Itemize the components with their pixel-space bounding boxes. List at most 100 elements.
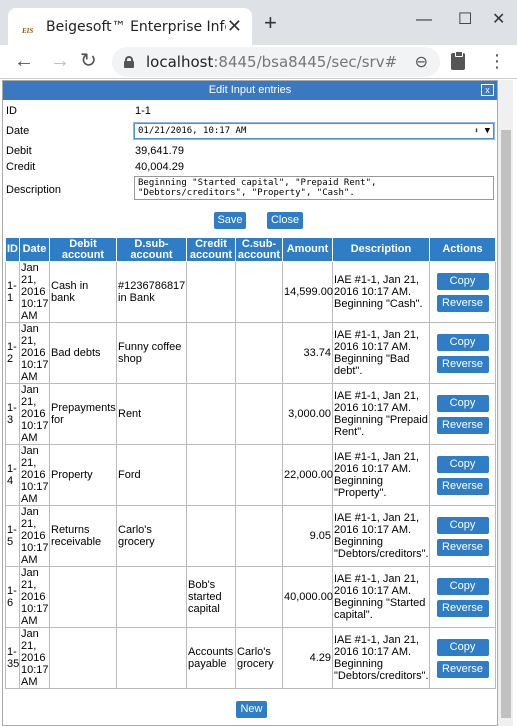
forward-arrow-icon[interactable]: → xyxy=(50,49,70,73)
reverse-button[interactable]: Reverse xyxy=(436,477,489,495)
copy-button[interactable]: Copy xyxy=(436,455,489,473)
cell-date: Jan 21, 2016 10:17 AM xyxy=(19,505,50,567)
edit-dialog: Edit Input entries x ID 1-1 Date 01/21/2… xyxy=(2,80,498,726)
dropdown-icon[interactable]: ▼ xyxy=(485,124,490,138)
page-content: Edit Input entries x ID 1-1 Date 01/21/2… xyxy=(0,80,517,726)
id-value: 1-1 xyxy=(135,105,151,117)
save-button[interactable]: Save xyxy=(214,212,246,229)
clipboard-icon[interactable] xyxy=(451,51,465,70)
copy-button[interactable]: Copy xyxy=(436,394,489,412)
close-icon[interactable]: ✕ xyxy=(492,9,505,31)
cell-description: IAE #1-1, Jan 21, 2016 10:17 AM. Beginni… xyxy=(332,383,430,445)
reverse-button[interactable]: Reverse xyxy=(436,416,489,434)
copy-button[interactable]: Copy xyxy=(436,638,489,656)
header-c-sub-account: C.sub-account xyxy=(235,237,283,262)
cell-date: Jan 21, 2016 10:17 AM xyxy=(19,383,50,445)
scrollbar-thumb[interactable] xyxy=(501,130,511,718)
new-button[interactable]: New xyxy=(236,701,267,718)
header-d-sub-account: D.sub-account xyxy=(116,237,187,262)
minimize-icon[interactable]: — xyxy=(416,9,432,31)
browser-tab[interactable]: EIS Beigesoft™ Enterprise Info ✕ xyxy=(8,8,252,45)
cell-credit-account: Bob's started capital xyxy=(186,566,236,628)
copy-button[interactable]: Copy xyxy=(436,516,489,534)
menu-icon[interactable]: ⋮ xyxy=(488,51,506,71)
header-actions: Actions xyxy=(429,237,496,262)
cell-id: 1-1 xyxy=(5,261,20,323)
copy-button[interactable]: Copy xyxy=(436,577,489,595)
cell-id: 1-4 xyxy=(5,444,20,506)
cell-id: 1-6 xyxy=(5,566,20,628)
header-id: ID xyxy=(5,237,20,262)
cell-debit-account: Property xyxy=(49,444,117,506)
header-credit-account: Credit account xyxy=(186,237,236,262)
cell-d-sub-account: Carlo's grocery xyxy=(116,505,187,567)
scrollbar[interactable] xyxy=(498,80,513,726)
reload-icon[interactable]: ↻ xyxy=(80,49,97,73)
cell-debit-account xyxy=(49,627,117,689)
cell-amount: 3,000.00 xyxy=(282,383,333,445)
cell-d-sub-account xyxy=(116,566,187,628)
credit-value: 40,004.29 xyxy=(135,161,184,173)
header-debit-account: Debit account xyxy=(49,237,117,262)
cell-c-sub-account xyxy=(235,566,283,628)
cell-debit-account xyxy=(49,566,117,628)
cell-d-sub-account: Funny coffee shop xyxy=(116,322,187,384)
cell-credit-account xyxy=(186,322,236,384)
spinner-icon[interactable]: ⬍ xyxy=(474,124,479,138)
cell-description: IAE #1-1, Jan 21, 2016 10:17 AM. Beginni… xyxy=(332,444,430,506)
cell-description: IAE #1-1, Jan 21, 2016 10:17 AM. Beginni… xyxy=(332,322,430,384)
lock-icon xyxy=(124,56,134,68)
cell-date: Jan 21, 2016 10:17 AM xyxy=(19,261,50,323)
cell-amount: 22,000.00 xyxy=(282,444,333,506)
table-row: 1-2 Jan 21, 2016 10:17 AM Bad debts Funny c… xyxy=(5,322,496,384)
cell-date: Jan 21, 2016 10:17 AM xyxy=(19,566,50,628)
back-arrow-icon[interactable]: ← xyxy=(14,49,34,73)
cell-c-sub-account xyxy=(235,444,283,506)
url-path: :8445/bsa8445/sec/srv# xyxy=(213,53,398,71)
reverse-button[interactable]: Reverse xyxy=(436,294,489,312)
description-label: Description xyxy=(6,184,62,196)
cell-actions: Copy Reverse xyxy=(429,444,496,506)
cell-id: 1-3 xyxy=(5,383,20,445)
cell-d-sub-account xyxy=(116,627,187,689)
cell-id: 1-5 xyxy=(5,505,20,567)
cell-debit-account: Returns receivable xyxy=(49,505,117,567)
zoom-icon[interactable]: ⊖ xyxy=(415,52,428,72)
table-row: 1-3 Jan 21, 2016 10:17 AM Prepayments for R… xyxy=(5,383,496,445)
tab-bar: EIS Beigesoft™ Enterprise Info ✕ + — ☐ ✕ xyxy=(0,0,517,45)
description-textarea[interactable]: Beginning "Started capital", "Prepaid Re… xyxy=(134,176,494,200)
cell-debit-account: Bad debts xyxy=(49,322,117,384)
favicon-icon: EIS xyxy=(22,26,34,35)
dialog-title-bar: Edit Input entries x xyxy=(3,81,497,100)
table-row: 1-6 Jan 21, 2016 10:17 AM Bob's started ca… xyxy=(5,566,496,628)
cell-debit-account: Cash in bank xyxy=(49,261,117,323)
table-header-row: ID Date Debit account D.sub-account Cred… xyxy=(5,237,496,262)
cell-description: IAE #1-1, Jan 21, 2016 10:17 AM. Beginni… xyxy=(332,505,430,567)
maximize-icon[interactable]: ☐ xyxy=(458,9,472,31)
tab-close-icon[interactable]: ✕ xyxy=(227,16,242,36)
cell-id: 1-2 xyxy=(5,322,20,384)
table-row: 1-4 Jan 21, 2016 10:17 AM Property Ford 22,0… xyxy=(5,444,496,506)
reverse-button[interactable]: Reverse xyxy=(436,355,489,373)
date-input[interactable]: 01/21/2016, 10:17 AM ⬍ ▼ xyxy=(133,122,495,140)
table-row: 1-35 Jan 21, 2016 10:17 AM Accounts payabl… xyxy=(5,627,496,689)
cell-c-sub-account xyxy=(235,505,283,567)
cell-credit-account xyxy=(186,505,236,567)
new-tab-icon[interactable]: + xyxy=(264,12,277,34)
reverse-button[interactable]: Reverse xyxy=(436,538,489,556)
cell-actions: Copy Reverse xyxy=(429,322,496,384)
browser-toolbar: ← → ↻ localhost:8445/bsa8445/sec/srv# ⊖ … xyxy=(0,45,517,79)
copy-button[interactable]: Copy xyxy=(436,333,489,351)
cell-credit-account: Accounts payable xyxy=(186,627,236,689)
cell-c-sub-account xyxy=(235,383,283,445)
close-button[interactable]: Close xyxy=(267,212,303,229)
reverse-button[interactable]: Reverse xyxy=(436,660,489,678)
dialog-close-icon[interactable]: x xyxy=(481,84,494,96)
cell-date: Jan 21, 2016 10:17 AM xyxy=(19,627,50,689)
dialog-title: Edit Input entries xyxy=(208,84,292,96)
address-bar[interactable]: localhost:8445/bsa8445/sec/srv# ⊖ xyxy=(112,47,440,77)
reverse-button[interactable]: Reverse xyxy=(436,599,489,617)
cell-amount: 4.29 xyxy=(282,627,333,689)
copy-button[interactable]: Copy xyxy=(436,272,489,290)
cell-c-sub-account: Carlo's grocery xyxy=(235,627,283,689)
